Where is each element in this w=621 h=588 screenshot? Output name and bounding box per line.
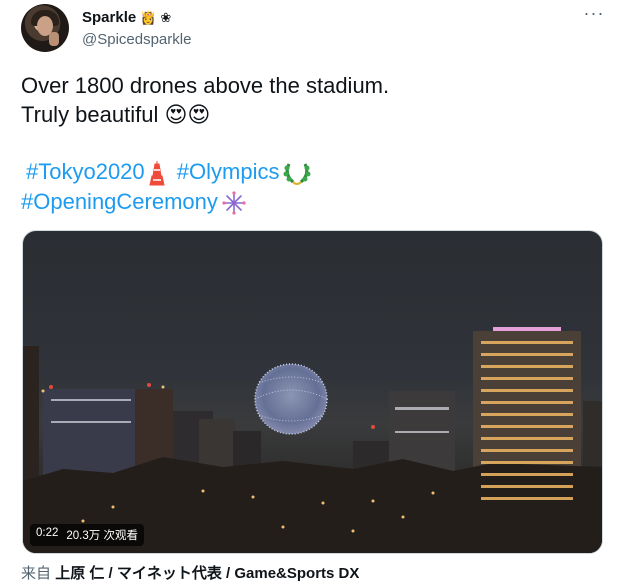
media-source: 来自 上原 仁 / マイネット代表 / Game&Sports DX (21, 562, 359, 583)
princess-emoji-icon: 👸 (140, 10, 157, 25)
user-handle[interactable]: @Spicedsparkle (82, 31, 191, 48)
video-views: 20.3万 次观看 (66, 530, 138, 542)
source-label: 来自 (21, 565, 52, 582)
avatar[interactable] (21, 4, 69, 52)
drone-sphere-scene (23, 327, 602, 553)
name-row: Sparkle 👸 ❀ (82, 9, 171, 26)
hashtag-olympics[interactable]: #Olympics (177, 159, 280, 184)
tweet-text-line2: Truly beautiful 😍😍 (21, 100, 210, 129)
video-time: 0:22 (36, 527, 59, 539)
video-stats-badge: 0:22 20.3万 次观看 (30, 524, 144, 546)
flower-emoji-icon: ❀ (160, 10, 172, 25)
hashtag-row-2: #OpeningCeremony (21, 187, 246, 216)
heart-eyes-emoji-icon: 😍😍 (164, 102, 211, 127)
tokyo-tower-icon (149, 161, 165, 186)
tweet: Sparkle 👸 ❀ @Spicedsparkle ··· Over 1800… (0, 0, 621, 588)
more-options-icon[interactable]: ··· (582, 4, 606, 26)
video-media[interactable] (22, 230, 603, 554)
display-name[interactable]: Sparkle (82, 9, 136, 26)
tweet-text-line2-text: Truly beautiful (21, 102, 159, 127)
laurel-icon (283, 163, 311, 186)
hashtag-openingceremony[interactable]: #OpeningCeremony (21, 189, 218, 214)
hashtag-tokyo2020[interactable]: #Tokyo2020 (26, 159, 145, 184)
hashtag-row-1: #Tokyo2020 #Olympics (26, 157, 311, 186)
tweet-text-line1: Over 1800 drones above the stadium. (21, 73, 390, 98)
fireworks-icon (222, 191, 246, 215)
source-credit[interactable]: 上原 仁 / マイネット代表 / Game&Sports DX (55, 565, 359, 582)
